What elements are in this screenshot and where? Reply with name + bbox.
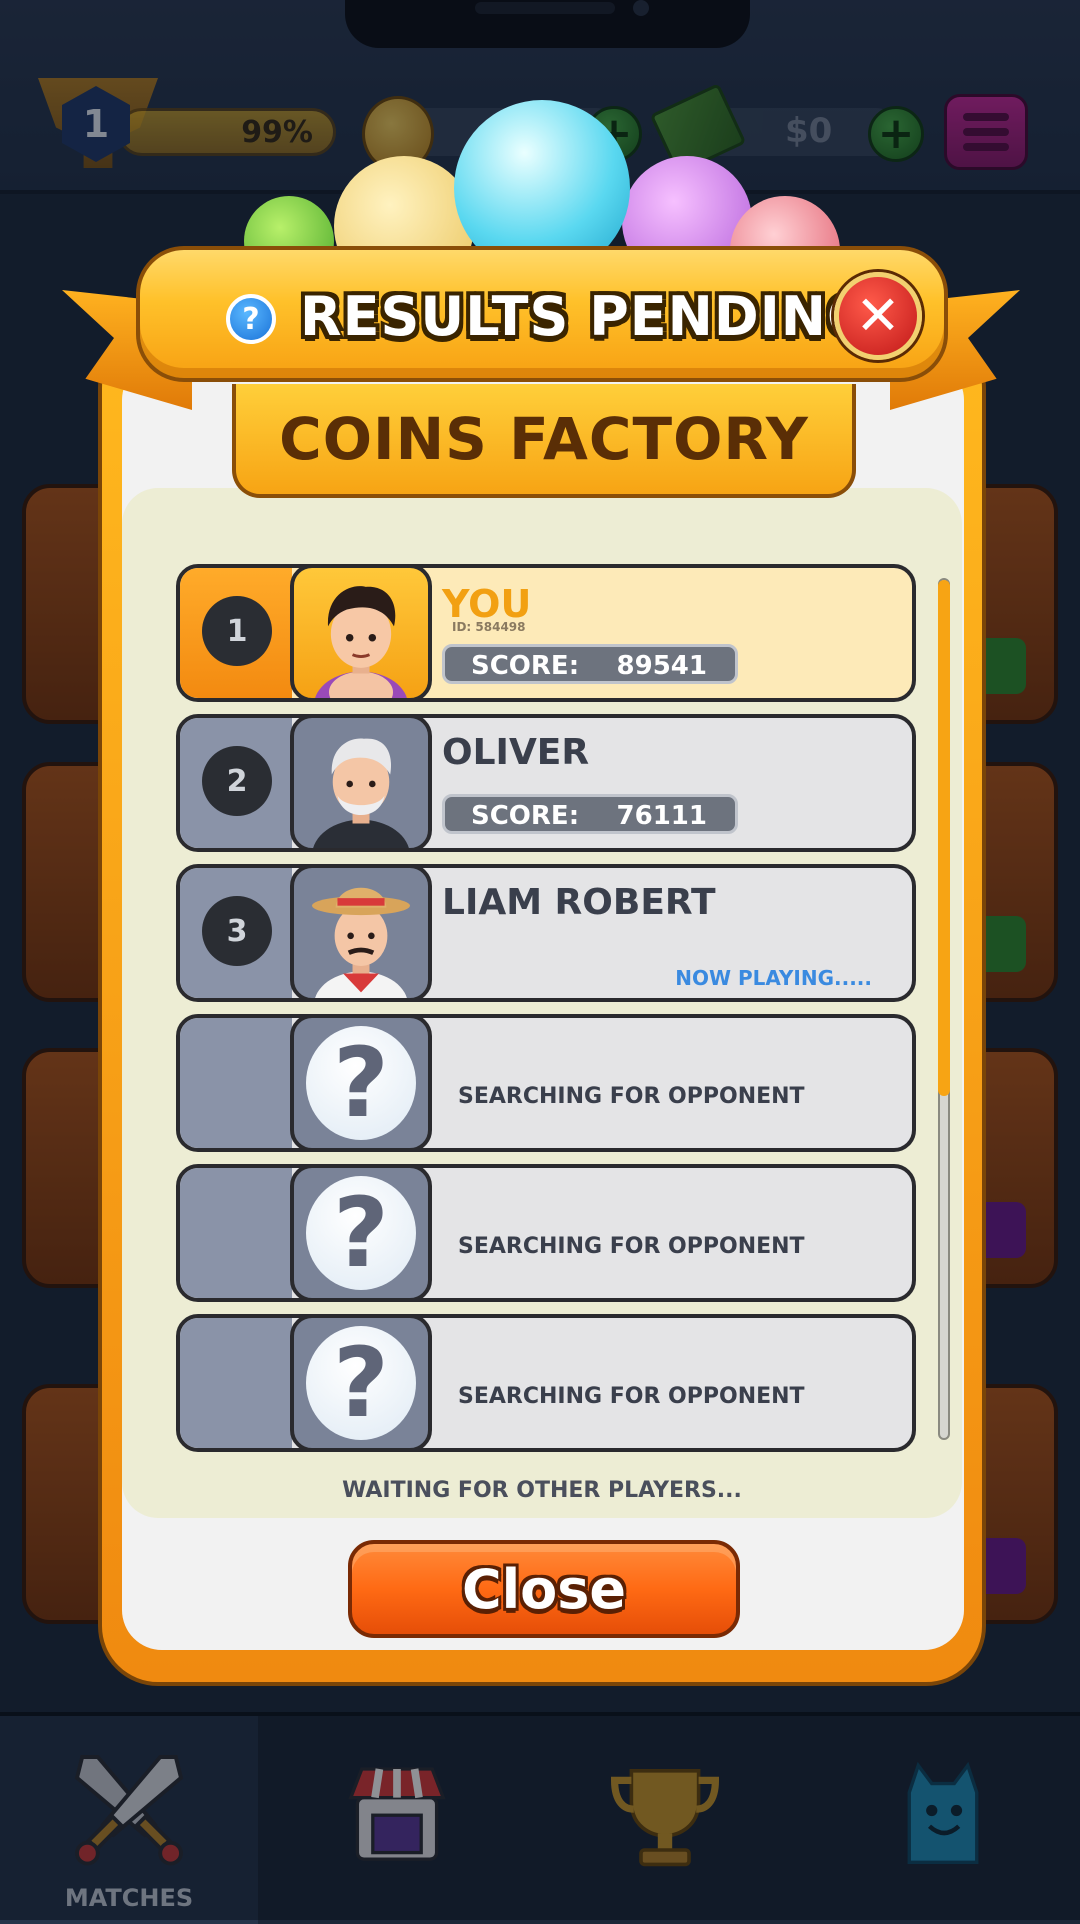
player-name: OLIVER (442, 732, 590, 773)
player-row: 1 YOU ID: 584498 SCORE: 89541 (176, 564, 916, 702)
help-icon[interactable]: ? (226, 294, 276, 344)
event-name: COINS FACTORY (279, 405, 809, 473)
rank-badge: 1 (202, 596, 272, 666)
score-pill: SCORE: 89541 (442, 644, 738, 684)
dialog-title: RESULTS PENDING (300, 285, 873, 348)
avatar: ? (290, 1318, 432, 1448)
opponent-placeholder-row: ? SEARCHING FOR OPPONENT (176, 1164, 916, 1302)
player-avatar-icon (313, 738, 409, 848)
scrollbar-thumb[interactable] (938, 580, 950, 1096)
score-pill: SCORE: 76111 (442, 794, 738, 834)
avatar: ? (290, 1018, 432, 1148)
player-avatar-icon (312, 887, 410, 998)
searching-label: SEARCHING FOR OPPONENT (458, 1234, 805, 1259)
player-avatar-icon (315, 586, 407, 698)
unknown-player-icon: ? (306, 1026, 416, 1140)
decorative-orbs (230, 100, 850, 306)
close-icon[interactable]: ✕ (834, 272, 922, 360)
unknown-player-icon: ? (306, 1176, 416, 1290)
rank-area (180, 1318, 292, 1448)
player-row: 2 OLIVER SCORE: 76111 (176, 714, 916, 852)
rank-badge: 3 (202, 896, 272, 966)
score-label: SCORE: (471, 801, 580, 831)
event-name-banner: COINS FACTORY (232, 384, 856, 498)
rank-area: 2 (180, 718, 292, 848)
score-value: 89541 (616, 651, 707, 681)
rank-area (180, 1018, 292, 1148)
avatar (290, 568, 432, 698)
unknown-player-icon: ? (306, 1326, 416, 1440)
score-value: 76111 (616, 801, 707, 831)
searching-label: SEARCHING FOR OPPONENT (458, 1384, 805, 1409)
close-button[interactable]: Close (348, 1540, 740, 1638)
rank-badge: 2 (202, 746, 272, 816)
opponent-placeholder-row: ? SEARCHING FOR OPPONENT (176, 1314, 916, 1452)
avatar: ? (290, 1168, 432, 1298)
opponent-placeholder-row: ? SEARCHING FOR OPPONENT (176, 1014, 916, 1152)
player-row: 3 LIAM ROBERT NOW PLAYING..... (176, 864, 916, 1002)
close-button-label: Close (461, 1557, 626, 1621)
searching-label: SEARCHING FOR OPPONENT (458, 1084, 805, 1109)
rank-area (180, 1168, 292, 1298)
avatar (290, 718, 432, 848)
avatar (290, 868, 432, 998)
waiting-message: WAITING FOR OTHER PLAYERS... (342, 1478, 742, 1503)
score-label: SCORE: (471, 651, 580, 681)
rank-area: 3 (180, 868, 292, 998)
player-id: ID: 584498 (452, 620, 526, 634)
rank-area: 1 (180, 568, 292, 698)
player-name: LIAM ROBERT (442, 882, 716, 923)
player-status: NOW PLAYING..... (675, 966, 872, 990)
